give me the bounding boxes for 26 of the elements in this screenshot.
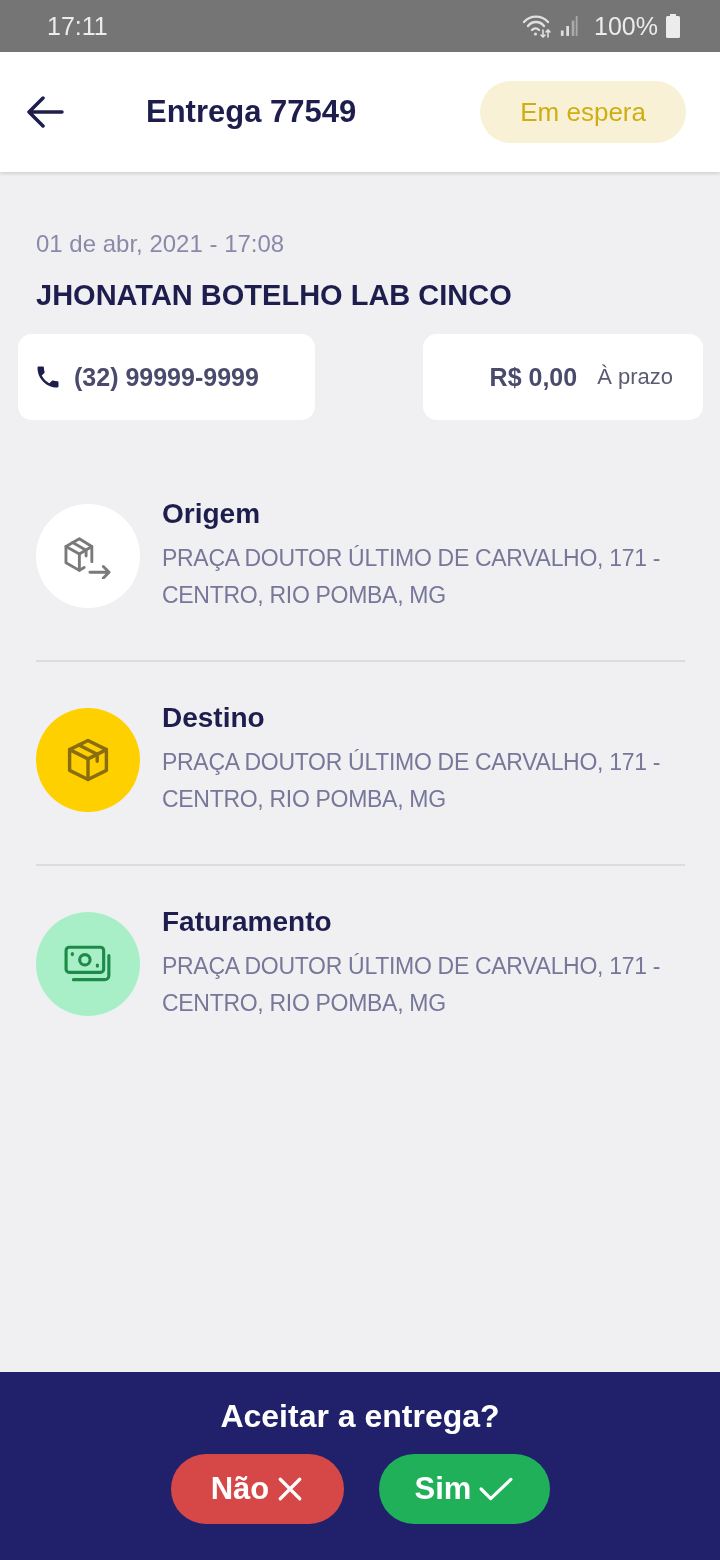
- accept-question: Aceitar a entrega?: [220, 1398, 500, 1434]
- location-address: PRAÇA DOUTOR ÚLTIMO DE CARVALHO, 171 - CENTRO, RIO POMBA, MG: [162, 544, 662, 610]
- checkmark-icon: [479, 1476, 514, 1502]
- reject-button[interactable]: Não: [170, 1454, 344, 1524]
- close-icon: [277, 1476, 304, 1502]
- price-amount: R$ 0,00: [489, 362, 578, 392]
- phone-number: (32) 99999-9999: [74, 362, 259, 392]
- location-title: Origem: [162, 499, 261, 529]
- back-arrow-icon: [26, 96, 64, 128]
- battery-percent: 100%: [594, 11, 658, 41]
- location-title: Faturamento: [162, 907, 332, 937]
- wifi-icon: [522, 14, 553, 38]
- page-title: Entrega 77549: [146, 94, 358, 130]
- status-badge: Em espera: [480, 81, 686, 143]
- clock-time: 17:11: [47, 11, 109, 41]
- signal-icon: [560, 15, 579, 37]
- accept-button[interactable]: Sim: [378, 1454, 550, 1524]
- order-date: 01 de abr, 2021 - 17:08: [36, 230, 286, 258]
- customer-name: JHONATAN BOTELHO LAB CINCO: [36, 278, 513, 312]
- location-title: Destino: [162, 703, 265, 733]
- location-address: PRAÇA DOUTOR ÚLTIMO DE CARVALHO, 171 - CENTRO, RIO POMBA, MG: [162, 952, 662, 1018]
- battery-icon: [666, 14, 680, 38]
- location-address: PRAÇA DOUTOR ÚLTIMO DE CARVALHO, 171 - CENTRO, RIO POMBA, MG: [162, 748, 662, 814]
- back-button[interactable]: [26, 96, 64, 128]
- payment-term: À prazo: [597, 364, 673, 390]
- phone-card[interactable]: (32) 99999-9999: [18, 334, 315, 420]
